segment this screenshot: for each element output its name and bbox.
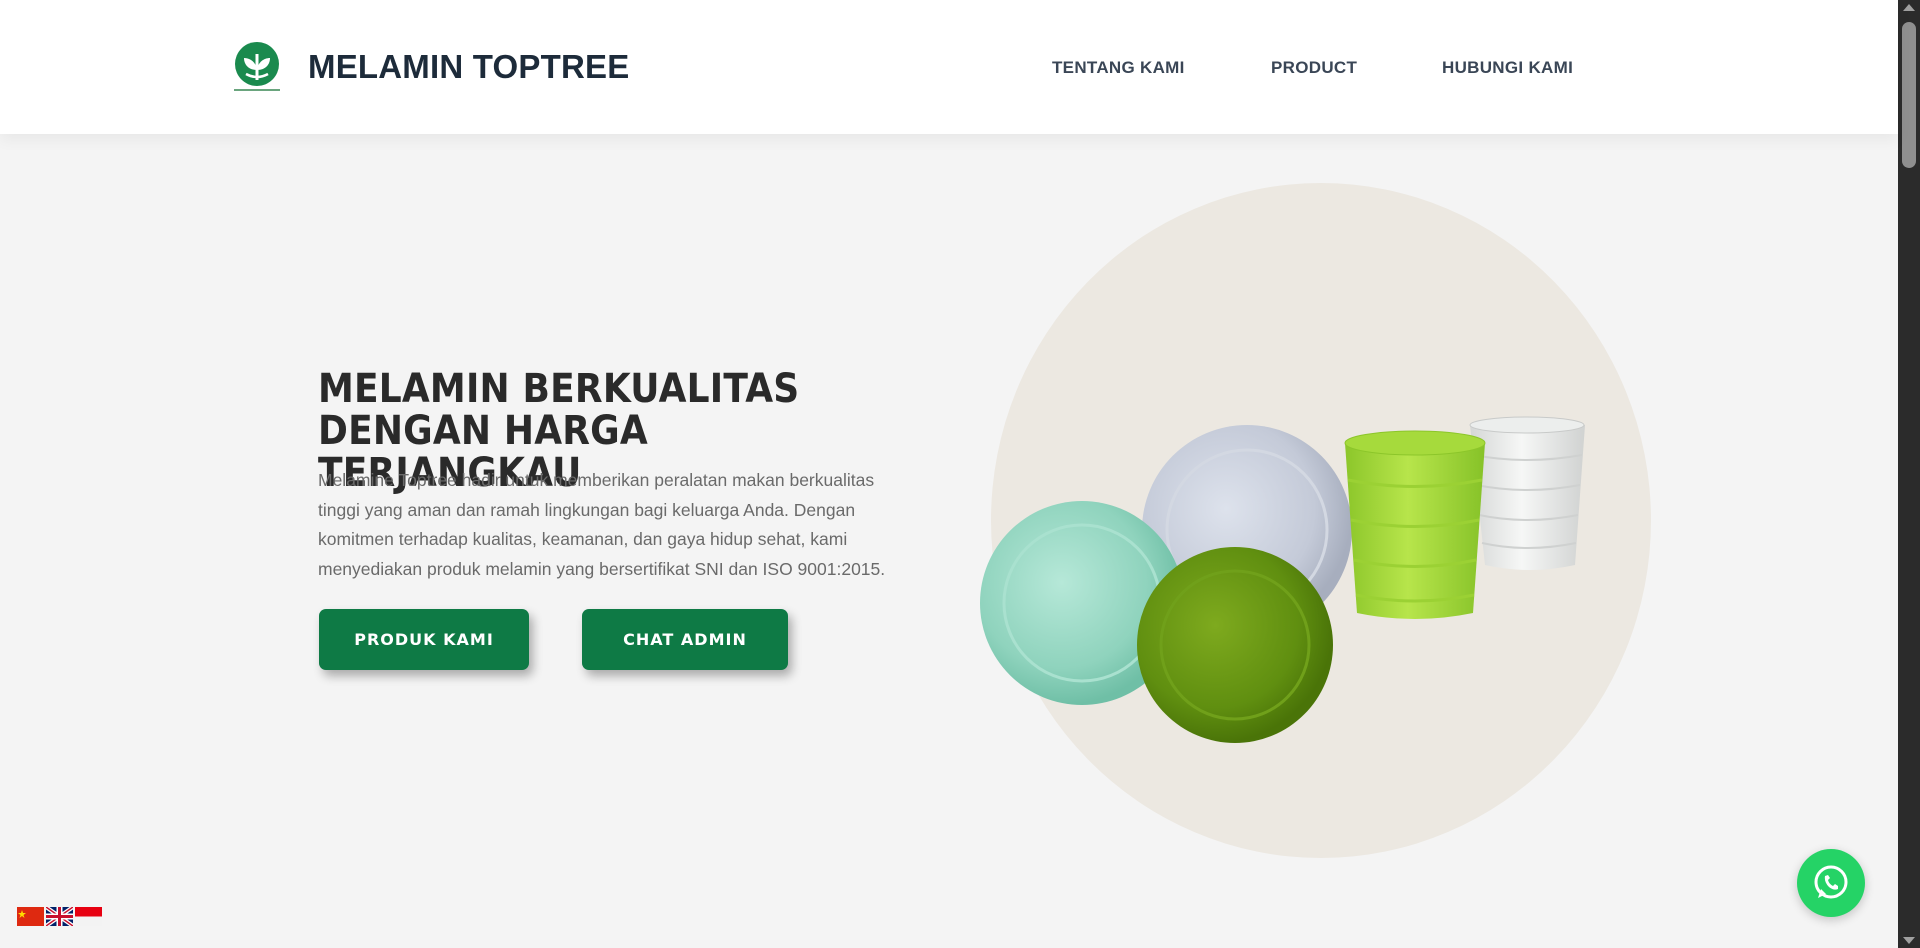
- produk-kami-button[interactable]: PRODUK KAMI: [319, 609, 529, 670]
- hero-title-line-1: MELAMIN BERKUALITAS: [318, 366, 800, 412]
- whatsapp-chat-button[interactable]: [1797, 849, 1865, 917]
- hero-description: Melamine Toptree hadir untuk memberikan …: [318, 470, 886, 579]
- melamine-products-image: [980, 416, 1585, 743]
- scroll-up-arrow-icon[interactable]: [1903, 4, 1915, 11]
- brand-name[interactable]: MELAMIN TOPTREE: [308, 48, 629, 86]
- scrollbar-thumb[interactable]: [1902, 22, 1916, 168]
- nav-hubungi-kami[interactable]: HUBUNGI KAMI: [1442, 58, 1573, 78]
- language-flag-english[interactable]: [44, 905, 75, 928]
- site-header: MELAMIN TOPTREE TENTANG KAMI PRODUCT HUB…: [0, 0, 1898, 134]
- page-scrollbar[interactable]: [1898, 0, 1920, 948]
- language-flag-indonesian[interactable]: [75, 907, 102, 926]
- plant-leaf-logo-icon[interactable]: [230, 40, 284, 94]
- language-flag-chinese[interactable]: [17, 907, 44, 926]
- nav-tentang-kami[interactable]: TENTANG KAMI: [1052, 58, 1185, 78]
- scroll-down-arrow-icon[interactable]: [1903, 937, 1915, 944]
- chat-admin-button[interactable]: CHAT ADMIN: [582, 609, 788, 670]
- whatsapp-icon: [1814, 865, 1848, 899]
- nav-product[interactable]: PRODUCT: [1271, 58, 1357, 78]
